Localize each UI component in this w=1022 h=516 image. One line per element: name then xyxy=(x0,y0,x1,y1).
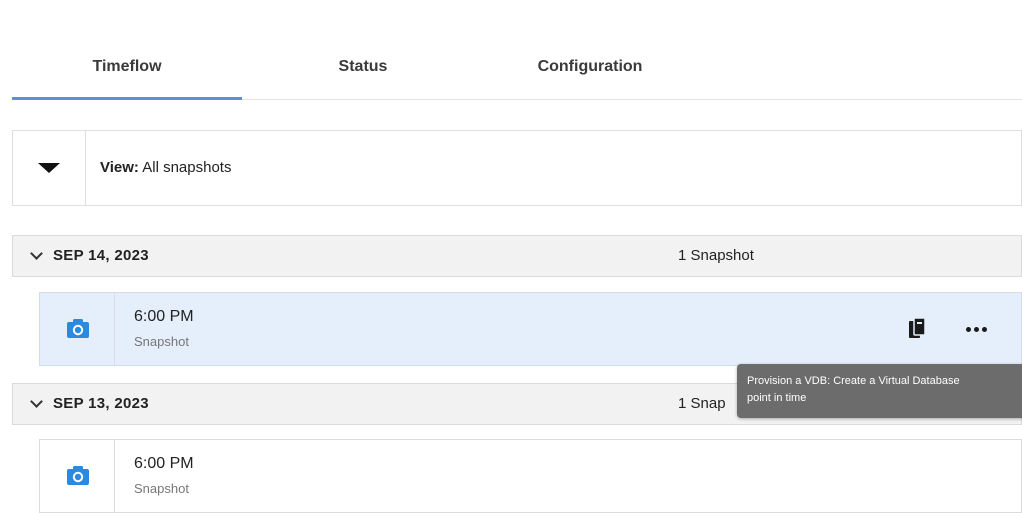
provision-vdb-tooltip: Provision a VDB: Create a Virtual Databa… xyxy=(737,364,1022,418)
snapshot-icon-cell xyxy=(40,440,115,512)
snapshot-type: Snapshot xyxy=(134,334,189,349)
tab-bar: Timeflow Status Configuration xyxy=(12,40,1022,100)
tab-configuration[interactable]: Configuration xyxy=(500,40,680,98)
snapshot-count-label: Snapshot xyxy=(690,247,754,264)
caret-down-icon xyxy=(38,163,60,173)
date-group-header[interactable]: SEP 14, 2023 1 Snapshot xyxy=(12,235,1022,277)
view-filter: View: All snapshots xyxy=(12,130,1022,206)
snapshot-icon-cell xyxy=(40,293,115,365)
snapshot-time: 6:00 PM xyxy=(134,455,194,472)
chevron-down-icon xyxy=(30,247,43,260)
provision-vdb-icon[interactable] xyxy=(908,318,926,340)
view-filter-value: All snapshots xyxy=(142,159,232,176)
tab-timeflow[interactable]: Timeflow xyxy=(12,40,242,98)
snapshot-time: 6:00 PM xyxy=(134,308,194,325)
view-filter-label: View: All snapshots xyxy=(100,131,231,205)
top-edge xyxy=(0,0,1022,10)
tab-status[interactable]: Status xyxy=(308,40,418,98)
more-dot xyxy=(982,327,987,332)
tooltip-line-1: Provision a VDB: Create a Virtual Databa… xyxy=(747,375,960,387)
snapshot-row[interactable]: 6:00 PM Snapshot xyxy=(39,292,1022,366)
more-dot xyxy=(966,327,971,332)
date-group-title: SEP 13, 2023 xyxy=(53,395,149,412)
snapshot-row[interactable]: 6:00 PM Snapshot xyxy=(39,439,1022,513)
snapshot-count-number: 1 xyxy=(678,395,687,412)
date-group-title: SEP 14, 2023 xyxy=(53,247,149,264)
snapshot-count: 1 Snap xyxy=(678,384,726,424)
snapshot-count: 1 Snapshot xyxy=(678,236,754,276)
tooltip-line-2: point in time xyxy=(747,392,807,404)
view-filter-prefix: View: xyxy=(100,159,139,176)
chevron-down-icon xyxy=(30,395,43,408)
snapshot-type: Snapshot xyxy=(134,481,189,496)
camera-icon xyxy=(67,466,89,485)
more-dot xyxy=(974,327,979,332)
view-filter-toggle[interactable] xyxy=(13,131,86,205)
more-actions-icon[interactable] xyxy=(964,318,990,340)
camera-icon xyxy=(67,319,89,338)
active-tab-indicator xyxy=(12,97,242,100)
snapshot-count-label: Snap xyxy=(690,395,726,412)
snapshot-count-number: 1 xyxy=(678,247,687,264)
